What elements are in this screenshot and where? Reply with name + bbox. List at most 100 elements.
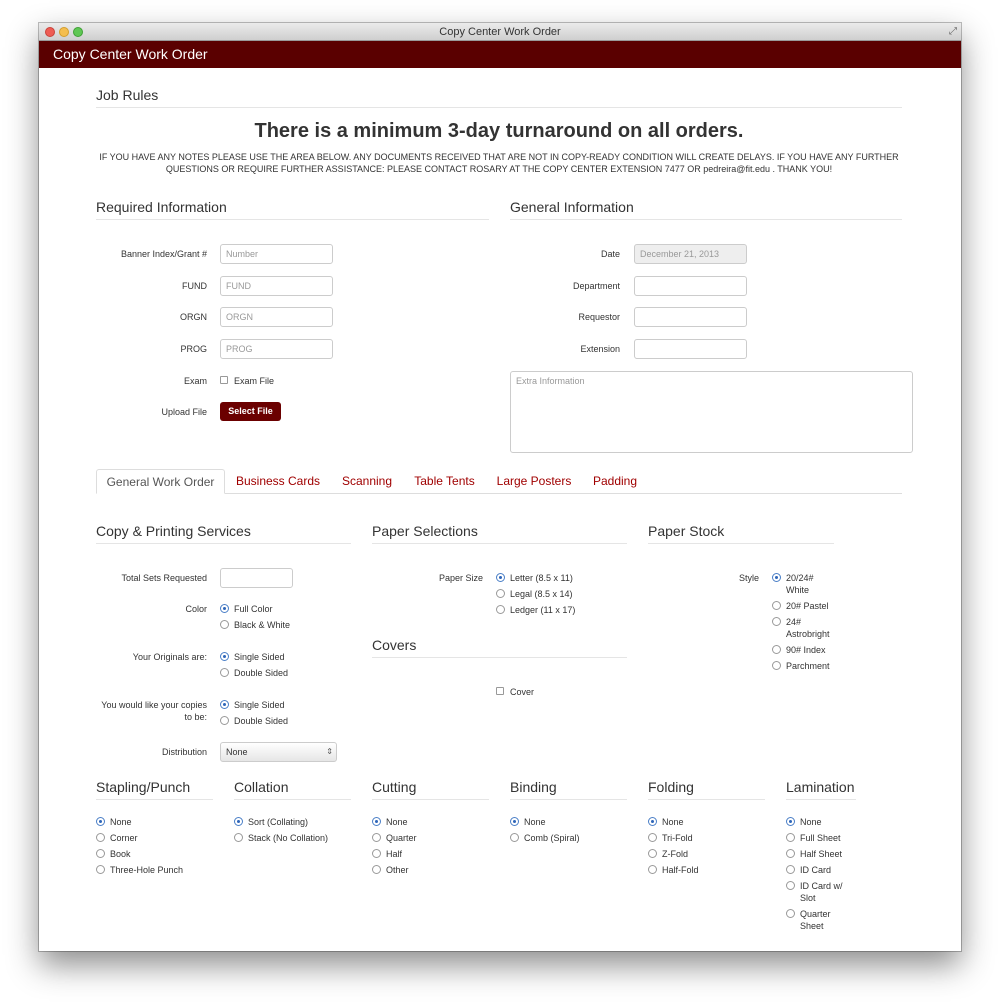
extension-input[interactable] (634, 339, 747, 359)
radio-selected-icon[interactable] (772, 573, 781, 582)
paper-size-legal-radio[interactable]: Legal (8.5 x 14) (496, 588, 606, 601)
folding-half-fold-radio[interactable]: Half-Fold (648, 864, 758, 877)
radio-icon[interactable] (786, 909, 795, 918)
radio-icon[interactable] (372, 865, 381, 874)
radio-selected-icon[interactable] (220, 604, 229, 613)
tab-business-cards[interactable]: Business Cards (230, 469, 326, 493)
radio-selected-icon[interactable] (234, 817, 243, 826)
close-window-button[interactable] (45, 27, 55, 37)
radio-icon[interactable] (648, 849, 657, 858)
stock-astrobright-radio[interactable]: 24# Astrobright (772, 616, 852, 642)
color-full-radio[interactable]: Full Color (220, 603, 330, 616)
radio-icon[interactable] (772, 617, 781, 626)
copies-double-radio[interactable]: Double Sided (220, 715, 330, 728)
maximize-window-button[interactable] (73, 27, 83, 37)
folding-z-fold-radio[interactable]: Z-Fold (648, 848, 758, 861)
radio-icon[interactable] (220, 716, 229, 725)
minimize-window-button[interactable] (59, 27, 69, 37)
radio-selected-icon[interactable] (648, 817, 657, 826)
navbar-brand[interactable]: Copy Center Work Order (53, 46, 208, 62)
cutting-half-radio[interactable]: Half (372, 848, 482, 861)
stapling-book-radio[interactable]: Book (96, 848, 206, 861)
radio-selected-icon[interactable] (372, 817, 381, 826)
radio-selected-icon[interactable] (786, 817, 795, 826)
extra-information-textarea[interactable]: Extra Information (510, 371, 913, 453)
radio-icon[interactable] (510, 833, 519, 842)
copies-single-radio[interactable]: Single Sided (220, 699, 330, 712)
checkbox-icon[interactable] (496, 687, 504, 695)
radio-icon[interactable] (786, 865, 795, 874)
radio-icon[interactable] (648, 865, 657, 874)
color-bw-radio[interactable]: Black & White (220, 619, 330, 632)
requestor-input[interactable] (634, 307, 747, 327)
department-input[interactable] (634, 276, 747, 296)
radio-icon[interactable] (96, 865, 105, 874)
banner-index-input[interactable]: Number (220, 244, 333, 264)
radio-icon[interactable] (372, 849, 381, 858)
checkbox-icon[interactable] (220, 376, 228, 384)
tab-scanning[interactable]: Scanning (337, 469, 397, 493)
radio-icon[interactable] (96, 849, 105, 858)
radio-selected-icon[interactable] (96, 817, 105, 826)
stock-index-radio[interactable]: 90# Index (772, 644, 852, 657)
radio-icon[interactable] (648, 833, 657, 842)
lamination-half-sheet-radio[interactable]: Half Sheet (786, 848, 866, 861)
lamination-id-card-slot-radio[interactable]: ID Card w/ Slot (786, 880, 866, 906)
radio-selected-icon[interactable] (220, 700, 229, 709)
fund-input[interactable]: FUND (220, 276, 333, 296)
paper-size-ledger-radio[interactable]: Ledger (11 x 17) (496, 604, 606, 617)
radio-icon[interactable] (234, 833, 243, 842)
radio-icon[interactable] (220, 668, 229, 677)
select-file-button[interactable]: Select File (220, 402, 281, 421)
binding-none-radio[interactable]: None (510, 816, 620, 829)
radio-icon[interactable] (372, 833, 381, 842)
banner-index-label: Banner Index/Grant # (120, 249, 207, 259)
originals-double-radio[interactable]: Double Sided (220, 667, 330, 680)
radio-selected-icon[interactable] (496, 573, 505, 582)
collation-sort-radio[interactable]: Sort (Collating) (234, 816, 354, 829)
tab-large-posters[interactable]: Large Posters (491, 469, 577, 493)
folding-none-radio[interactable]: None (648, 816, 758, 829)
lamination-none-radio[interactable]: None (786, 816, 866, 829)
cutting-quarter-radio[interactable]: Quarter (372, 832, 482, 845)
folding-tri-fold-radio[interactable]: Tri-Fold (648, 832, 758, 845)
radio-icon[interactable] (496, 605, 505, 614)
radio-icon[interactable] (220, 620, 229, 629)
stapling-corner-radio[interactable]: Corner (96, 832, 206, 845)
radio-selected-icon[interactable] (220, 652, 229, 661)
stock-white-radio[interactable]: 20/24# White (772, 572, 852, 598)
stock-pastel-radio[interactable]: 20# Pastel (772, 600, 852, 613)
lamination-id-card-radio[interactable]: ID Card (786, 864, 866, 877)
radio-selected-icon[interactable] (510, 817, 519, 826)
stapling-none-radio[interactable]: None (96, 816, 206, 829)
stapling-three-hole-radio[interactable]: Three-Hole Punch (96, 864, 206, 877)
distribution-select[interactable]: None ⇕ (220, 742, 337, 762)
cover-checkbox[interactable]: Cover (496, 686, 576, 699)
lamination-full-sheet-radio[interactable]: Full Sheet (786, 832, 866, 845)
fullscreen-icon[interactable]: ⤢ (949, 26, 957, 38)
radio-icon[interactable] (772, 601, 781, 610)
radio-icon[interactable] (96, 833, 105, 842)
radio-icon[interactable] (786, 849, 795, 858)
originals-single-radio[interactable]: Single Sided (220, 651, 330, 664)
radio-icon[interactable] (772, 661, 781, 670)
tab-table-tents[interactable]: Table Tents (408, 469, 481, 493)
radio-icon[interactable] (496, 589, 505, 598)
prog-input[interactable]: PROG (220, 339, 333, 359)
stock-parchment-radio[interactable]: Parchment (772, 660, 852, 673)
tab-padding[interactable]: Padding (587, 469, 643, 493)
cutting-none-radio[interactable]: None (372, 816, 482, 829)
radio-icon[interactable] (786, 833, 795, 842)
exam-file-checkbox[interactable]: Exam File (220, 375, 320, 389)
cutting-other-radio[interactable]: Other (372, 864, 482, 877)
tab-general-work-order[interactable]: General Work Order (96, 469, 225, 494)
total-sets-input[interactable] (220, 568, 293, 588)
paper-size-letter-radio[interactable]: Letter (8.5 x 11) (496, 572, 606, 585)
collation-stack-radio[interactable]: Stack (No Collation) (234, 832, 354, 845)
lamination-quarter-sheet-radio[interactable]: Quarter Sheet (786, 908, 866, 934)
binding-comb-radio[interactable]: Comb (Spiral) (510, 832, 620, 845)
radio-icon[interactable] (786, 881, 795, 890)
radio-icon[interactable] (772, 645, 781, 654)
orgn-input[interactable]: ORGN (220, 307, 333, 327)
date-input[interactable]: December 21, 2013 (634, 244, 747, 264)
